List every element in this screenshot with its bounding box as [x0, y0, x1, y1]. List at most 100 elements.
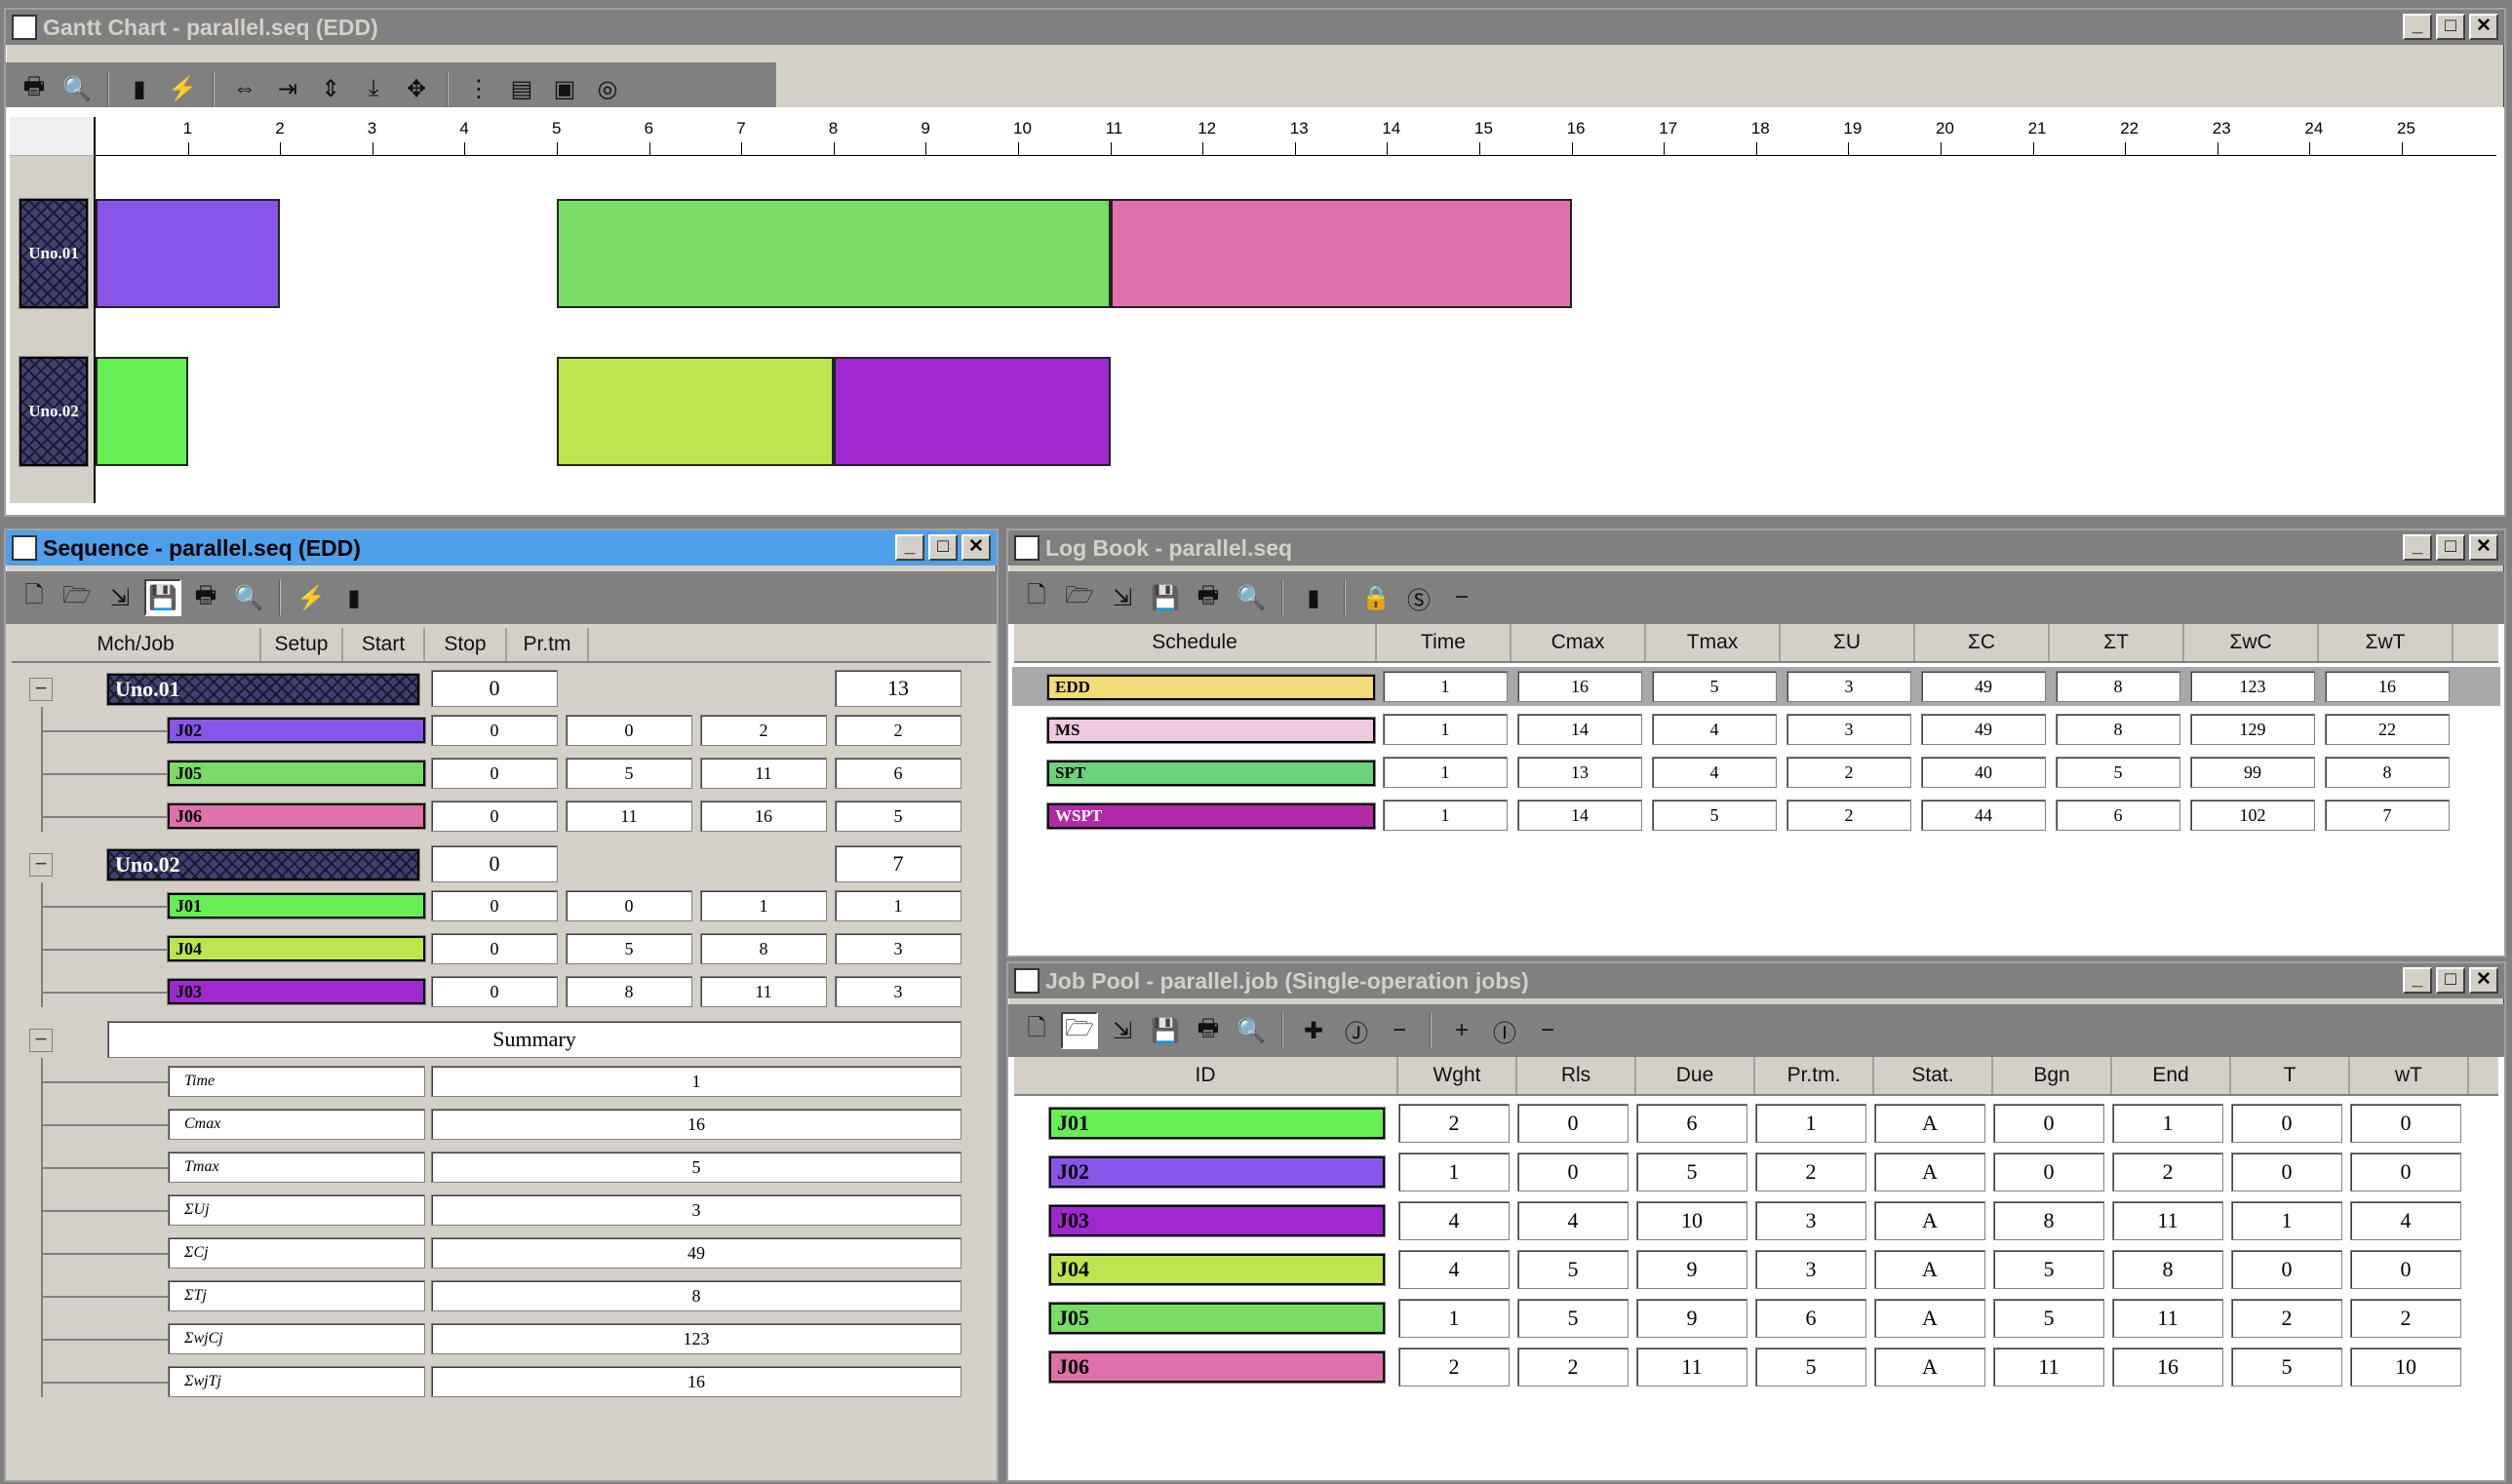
gantt-bar[interactable]	[96, 199, 281, 308]
lock-icon[interactable]: 🔒	[1357, 579, 1394, 616]
machine-label[interactable]: Uno.01	[106, 673, 420, 706]
close-button[interactable]: ✕	[962, 534, 991, 561]
grid-icon[interactable]: ⋮	[460, 70, 497, 107]
shrink-horizontal-icon[interactable]: ⇥	[269, 70, 306, 107]
column-header[interactable]: T	[2231, 1057, 2350, 1094]
column-header[interactable]: ΣU	[1781, 624, 1915, 661]
open-recent-icon[interactable]: ⇲	[101, 579, 138, 616]
remove-icon[interactable]: −	[1443, 579, 1480, 616]
s-badge-icon[interactable]: Ⓢ	[1400, 579, 1437, 616]
column-header[interactable]: ΣC	[1915, 624, 2050, 661]
minimize-button[interactable]: _	[895, 534, 924, 561]
gantt-titlebar[interactable]: Gantt Chart - parallel.seq (EDD) _ □ ✕	[6, 10, 2504, 45]
maximize-button[interactable]: □	[928, 534, 958, 561]
remove-operation-icon[interactable]: −	[1529, 1012, 1566, 1049]
remove-job-icon[interactable]: −	[1381, 1012, 1418, 1049]
open-folder-icon[interactable]: 🗁	[1061, 1012, 1098, 1049]
lightning-icon[interactable]: ⚡	[164, 70, 201, 107]
bar-chart-icon[interactable]: ▮	[1295, 579, 1332, 616]
job-label[interactable]: J04	[167, 935, 426, 962]
job-label[interactable]: J05	[167, 760, 426, 787]
print-icon[interactable]: 🖶	[16, 70, 53, 107]
job-label[interactable]: J06	[1048, 1350, 1386, 1384]
column-header[interactable]: ΣT	[2050, 624, 2184, 661]
column-header[interactable]: Tmax	[1646, 624, 1781, 661]
schedule-label[interactable]: EDD	[1046, 674, 1376, 701]
schedule-label[interactable]: SPT	[1046, 760, 1376, 787]
logbook-titlebar[interactable]: Log Book - parallel.seq _ □ ✕	[1008, 530, 2504, 566]
column-header[interactable]: Rls	[1517, 1057, 1636, 1094]
column-header[interactable]: wT	[2350, 1057, 2469, 1094]
print-icon[interactable]: 🖶	[1190, 579, 1227, 616]
minimize-button[interactable]: _	[2403, 14, 2432, 40]
maximize-button[interactable]: □	[2436, 967, 2465, 994]
maximize-button[interactable]: □	[2436, 534, 2465, 561]
open-folder-icon[interactable]: 🗁	[59, 579, 96, 616]
add-operation-icon[interactable]: +	[1443, 1012, 1480, 1049]
column-header[interactable]: Wght	[1398, 1057, 1517, 1094]
schedule-label[interactable]: MS	[1046, 717, 1376, 744]
open-recent-icon[interactable]: ⇲	[1104, 579, 1141, 616]
zoom-vertical-icon[interactable]: ⇕	[312, 70, 349, 107]
calendar-icon[interactable]: ▤	[503, 70, 540, 107]
column-header[interactable]: ΣwC	[2184, 624, 2319, 661]
new-file-icon[interactable]: 🗋	[1018, 579, 1055, 616]
save-icon[interactable]: 💾	[1147, 1012, 1184, 1049]
column-header[interactable]: Bgn	[1993, 1057, 2112, 1094]
maximize-button[interactable]: □	[2436, 14, 2465, 40]
job-label[interactable]: J01	[1048, 1107, 1386, 1140]
zoom-horizontal-icon[interactable]: ⇔	[226, 70, 263, 107]
job-label[interactable]: J02	[167, 717, 426, 744]
job-label[interactable]: J04	[1048, 1253, 1386, 1286]
print-preview-icon[interactable]: 🔍	[1233, 1012, 1270, 1049]
operation-icon[interactable]: Ⓘ	[1486, 1012, 1523, 1049]
print-preview-icon[interactable]: 🔍	[1233, 579, 1270, 616]
save-icon[interactable]: 💾	[1147, 579, 1184, 616]
job-label[interactable]: J02	[1048, 1155, 1386, 1189]
close-button[interactable]: ✕	[2469, 14, 2498, 40]
save-icon[interactable]: 💾	[144, 579, 181, 616]
minimize-button[interactable]: _	[2403, 534, 2432, 561]
print-icon[interactable]: 🖶	[187, 579, 224, 616]
collapse-toggle[interactable]: −	[29, 678, 53, 701]
new-file-icon[interactable]: 🗋	[1018, 1012, 1055, 1049]
job-label[interactable]: J05	[1048, 1302, 1386, 1335]
column-header[interactable]: Time	[1377, 624, 1511, 661]
job-icon[interactable]: Ⓙ	[1338, 1012, 1375, 1049]
collapse-toggle[interactable]: −	[29, 853, 53, 877]
job-label[interactable]: J03	[1048, 1204, 1386, 1237]
gantt-bar[interactable]	[557, 199, 1111, 308]
gantt-bar[interactable]	[833, 357, 1111, 466]
shrink-vertical-icon[interactable]: ⤓	[355, 70, 392, 107]
fit-all-icon[interactable]: ✥	[398, 70, 435, 107]
close-button[interactable]: ✕	[2469, 534, 2498, 561]
job-label[interactable]: J01	[167, 892, 426, 919]
print-icon[interactable]: 🖶	[1190, 1012, 1227, 1049]
column-header[interactable]: Pr.tm.	[1755, 1057, 1874, 1094]
sequence-titlebar[interactable]: Sequence - parallel.seq (EDD) _ □ ✕	[6, 530, 997, 566]
minimize-button[interactable]: _	[2403, 967, 2432, 994]
machine-label[interactable]: Uno.02	[106, 848, 420, 881]
gantt-bar[interactable]	[96, 357, 188, 466]
disc-icon[interactable]: ◎	[589, 70, 626, 107]
new-file-icon[interactable]: 🗋	[16, 579, 53, 616]
jobpool-titlebar[interactable]: Job Pool - parallel.job (Single-operatio…	[1008, 963, 2504, 998]
job-label[interactable]: J03	[167, 978, 426, 1005]
open-folder-icon[interactable]: 🗁	[1061, 579, 1098, 616]
column-header[interactable]: Due	[1636, 1057, 1755, 1094]
column-header[interactable]: ΣwT	[2319, 624, 2453, 661]
column-header[interactable]: End	[2112, 1057, 2231, 1094]
column-header[interactable]: Cmax	[1511, 624, 1646, 661]
bar-chart-icon[interactable]: ▮	[121, 70, 158, 107]
collapse-toggle[interactable]: −	[29, 1029, 53, 1052]
lightning-icon[interactable]: ⚡	[293, 579, 330, 616]
column-header[interactable]: Stat.	[1874, 1057, 1993, 1094]
close-button[interactable]: ✕	[2469, 967, 2498, 994]
column-header[interactable]: Schedule	[1014, 624, 1377, 661]
print-preview-icon[interactable]: 🔍	[230, 579, 267, 616]
add-job-icon[interactable]: ✚	[1295, 1012, 1332, 1049]
schedule-label[interactable]: WSPT	[1046, 802, 1376, 830]
job-label[interactable]: J06	[167, 802, 426, 830]
bar-chart-icon[interactable]: ▮	[335, 579, 373, 616]
gantt-bar[interactable]	[557, 357, 834, 466]
